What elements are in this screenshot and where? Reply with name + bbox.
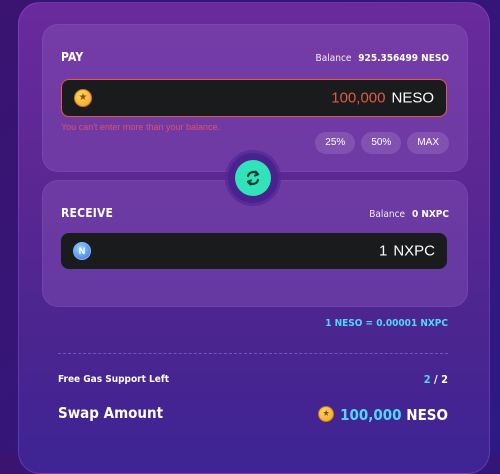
- percent-25-button[interactable]: 25%: [315, 132, 356, 154]
- pay-token: NESO: [391, 89, 434, 107]
- nxpc-coin-icon: [73, 242, 91, 260]
- pay-panel: PAY Balance 925.356499 NESO 100,000NESO …: [42, 24, 468, 172]
- pay-error-message: You can't enter more than your balance.: [61, 122, 220, 132]
- pay-balance: Balance 925.356499 NESO: [316, 53, 449, 64]
- swap-amount-value: 100,000 NESO: [318, 404, 448, 424]
- pay-label: PAY: [61, 50, 84, 64]
- neso-coin-icon: [74, 89, 92, 107]
- divider: [58, 353, 448, 354]
- percent-50-button[interactable]: 50%: [361, 132, 402, 154]
- swap-amount-label: Swap Amount: [58, 404, 164, 422]
- receive-balance: Balance 0 NXPC: [369, 209, 449, 220]
- receive-label: RECEIVE: [61, 206, 114, 220]
- swap-direction-button[interactable]: [228, 153, 278, 203]
- receive-balance-label: Balance: [369, 209, 406, 220]
- pay-amount-value: 100,000: [331, 89, 386, 107]
- swap-amount-token: NESO: [406, 406, 448, 424]
- receive-amount-value: 1: [378, 242, 388, 260]
- swap-direction-button-face: [235, 160, 271, 196]
- pay-amount-input[interactable]: 100,000 NESO: [61, 79, 447, 117]
- exchange-rate: 1 NESO = 0.00001 NXPC: [325, 318, 448, 329]
- swap-arrows-icon: [246, 170, 260, 186]
- max-button[interactable]: MAX: [407, 132, 449, 154]
- pay-balance-label: Balance: [315, 53, 352, 64]
- free-gas-value: 2 / 2: [423, 373, 448, 386]
- neso-coin-icon: [318, 406, 335, 422]
- free-gas-label: Free Gas Support Left: [58, 374, 170, 385]
- pay-balance-value: 925.356499 NESO: [358, 53, 449, 64]
- receive-token: NXPC: [393, 242, 435, 260]
- receive-amount-field: 1 NXPC: [61, 233, 447, 269]
- free-gas-total: 2: [441, 373, 448, 386]
- free-gas-current: 2: [423, 373, 431, 386]
- receive-balance-value: 0 NXPC: [411, 209, 449, 220]
- percent-buttons: 25% 50% MAX: [315, 132, 449, 154]
- swap-amount-number: 100,000: [340, 406, 402, 424]
